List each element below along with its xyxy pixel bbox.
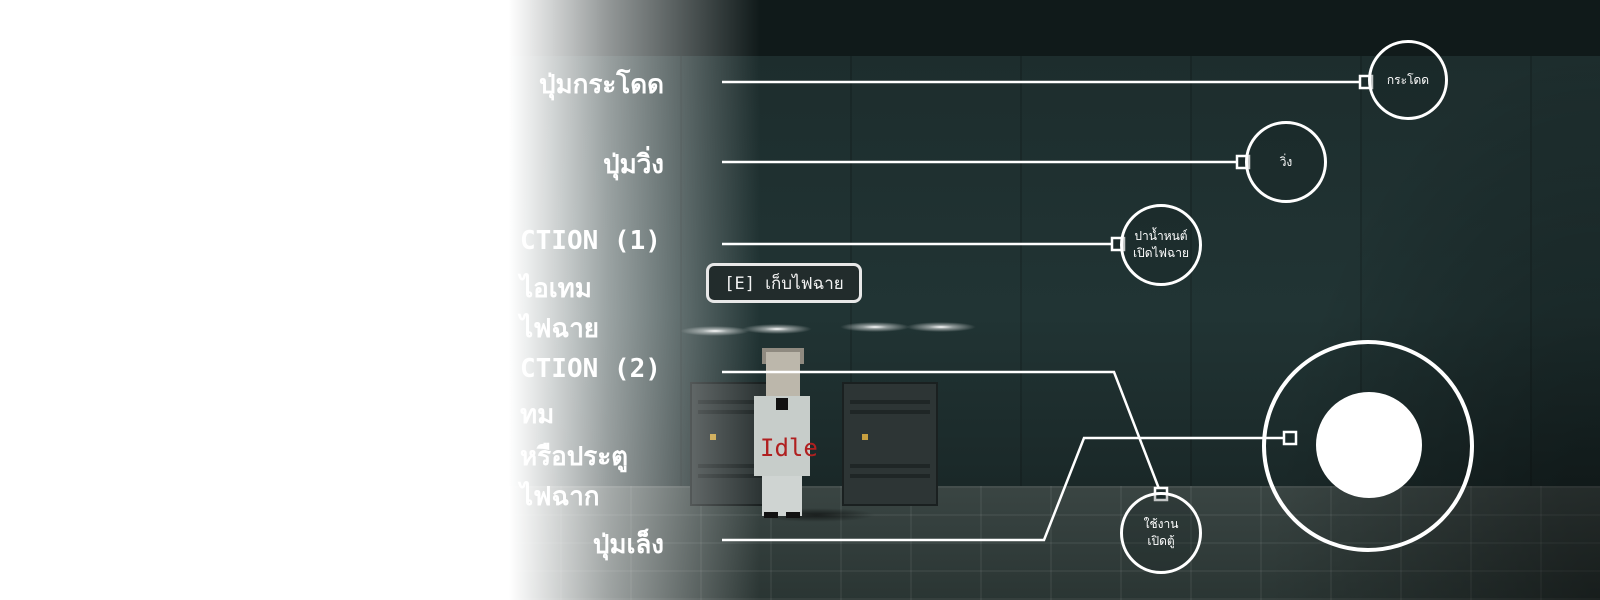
- action2-callout-line: [722, 370, 1163, 495]
- action1-button[interactable]: ปาน้ำหนต์ เปิดไฟฉาย: [1120, 204, 1202, 286]
- action1-button-label: ปาน้ำหนต์: [1134, 229, 1188, 244]
- jump-button-label: กระโดด: [1386, 72, 1430, 87]
- aim-callout-line: [722, 436, 1290, 542]
- action1-button-label: เปิดไฟฉาย: [1133, 246, 1189, 260]
- aim-joystick-knob[interactable]: [1316, 392, 1422, 498]
- action2-button-label: เปิดตู้: [1147, 534, 1175, 548]
- jump-button[interactable]: กระโดด: [1368, 40, 1448, 120]
- run-button-label: วิ่ง: [1279, 154, 1293, 169]
- action2-button[interactable]: ใช้งาน เปิดตู้: [1120, 492, 1202, 574]
- action2-button-label: ใช้งาน: [1143, 517, 1179, 532]
- run-button[interactable]: วิ่ง: [1245, 121, 1327, 203]
